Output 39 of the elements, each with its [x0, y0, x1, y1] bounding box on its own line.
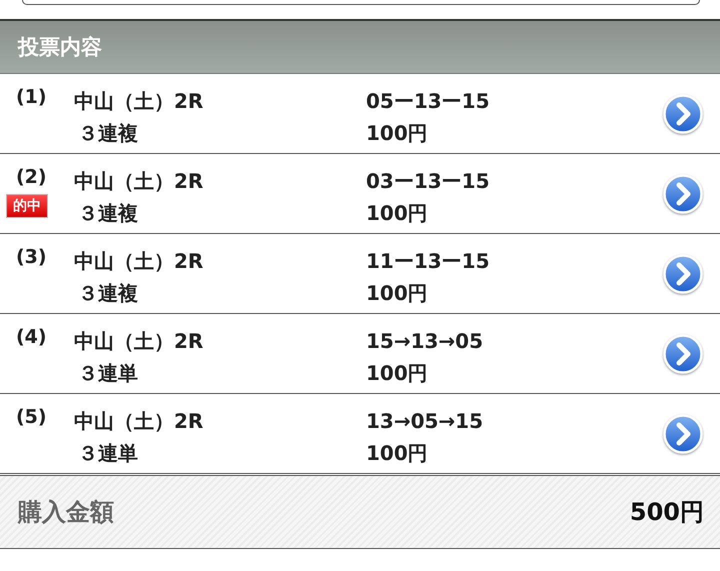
bet-combination: 03ー13ー15 [366, 168, 490, 195]
bet-type: ３連単 [77, 360, 139, 387]
bet-row[interactable]: (4) 中山（土）2R ３連単 15→13→05 100円 [0, 314, 720, 394]
chevron-right-icon[interactable] [663, 94, 703, 134]
hit-badge: 的中 [6, 194, 48, 218]
bet-number: (5) [15, 405, 47, 430]
bet-combination: 11ー13ー15 [366, 248, 490, 275]
chevron-right-icon[interactable] [663, 334, 703, 374]
bet-number: (4) [15, 325, 47, 350]
bet-row[interactable]: (5) 中山（土）2R ３連単 13→05→15 100円 [0, 394, 720, 474]
bet-amount: 100円 [366, 280, 429, 307]
race-name: 中山（土）2R [74, 328, 204, 355]
bet-type: ３連複 [77, 120, 139, 147]
bet-combination: 05ー13ー15 [366, 88, 490, 115]
bet-amount: 100円 [366, 120, 429, 147]
total-label: 購入金額 [18, 497, 114, 528]
section-title: 投票内容 [18, 34, 102, 61]
chevron-right-icon[interactable] [663, 414, 703, 454]
chevron-right-icon[interactable] [663, 254, 703, 294]
chevron-right-icon[interactable] [663, 174, 703, 214]
race-name: 中山（土）2R [74, 88, 204, 115]
bet-row[interactable]: (3) 中山（土）2R ３連複 11ー13ー15 100円 [0, 234, 720, 314]
bet-type: ３連複 [77, 200, 139, 227]
bet-type: ３連単 [77, 440, 139, 467]
race-name: 中山（土）2R [74, 248, 204, 275]
bet-row[interactable]: (1) 中山（土）2R ３連複 05ー13ー15 100円 [0, 74, 720, 154]
bet-number: (2) [15, 165, 47, 190]
bet-combination: 15→13→05 [366, 328, 484, 355]
race-name: 中山（土）2R [74, 168, 204, 195]
bet-amount: 100円 [366, 200, 429, 227]
bet-amount: 100円 [366, 360, 429, 387]
total-amount: 500円 [630, 497, 704, 528]
bet-number: (3) [15, 245, 47, 270]
bet-type: ３連複 [77, 280, 139, 307]
race-name: 中山（土）2R [74, 408, 204, 435]
bet-amount: 100円 [366, 440, 429, 467]
bet-combination: 13→05→15 [366, 408, 484, 435]
bet-number: (1) [15, 85, 47, 110]
bet-row[interactable]: (2) 的中 中山（土）2R ３連複 03ー13ー15 100円 [0, 154, 720, 234]
